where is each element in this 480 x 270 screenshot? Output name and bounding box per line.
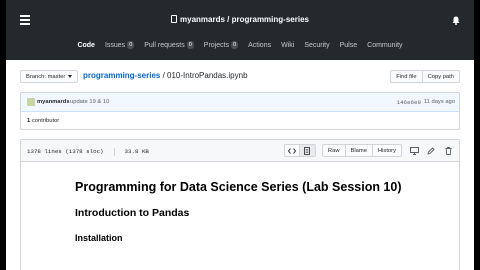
file-box: 1378 lines (1378 sloc) 33.8 KB Raw Blame… bbox=[20, 139, 460, 270]
file-size: 33.8 KB bbox=[124, 148, 149, 155]
notebook-subheading: Installation bbox=[75, 233, 123, 243]
notebook-content: Programming for Data Science Series (Lab… bbox=[75, 180, 429, 243]
code-view-icon[interactable] bbox=[283, 144, 300, 157]
top-header: myanmards / programming-series Code Issu… bbox=[6, 0, 474, 60]
file-actions: Find file Copy path bbox=[390, 70, 460, 83]
branch-label: Branch: master bbox=[26, 73, 66, 80]
avatar[interactable] bbox=[27, 98, 35, 106]
tab-security-label: Security bbox=[304, 41, 330, 49]
trash-icon[interactable] bbox=[443, 146, 453, 156]
file-header: 1378 lines (1378 sloc) 33.8 KB Raw Blame… bbox=[21, 140, 459, 162]
tab-pull-requests-label: Pull requests bbox=[144, 41, 185, 49]
raw-blame-history-group: Raw Blame History bbox=[321, 144, 402, 157]
commit-message-link[interactable]: update 19 & 10 bbox=[70, 99, 109, 105]
view-toggle bbox=[283, 144, 316, 157]
projects-count: 0 bbox=[231, 41, 239, 49]
tab-security[interactable]: Security bbox=[304, 38, 329, 52]
breadcrumb: programming-series / 010-IntroPandas.ipy… bbox=[83, 71, 248, 80]
find-file-button[interactable]: Find file bbox=[390, 70, 423, 83]
tab-projects[interactable]: Projects 0 bbox=[203, 38, 239, 52]
tab-code-label: Code bbox=[77, 41, 95, 49]
caret-down-icon bbox=[68, 75, 73, 78]
tab-community[interactable]: Community bbox=[367, 38, 402, 52]
tab-pull-requests[interactable]: Pull requests 0 bbox=[144, 38, 194, 52]
tab-wiki[interactable]: Wiki bbox=[281, 38, 294, 52]
blame-button[interactable]: Blame bbox=[345, 144, 373, 157]
file-info-divider bbox=[113, 148, 115, 156]
commit-sha-link[interactable]: 146e6e9 bbox=[397, 99, 421, 106]
bell-icon[interactable] bbox=[452, 16, 460, 25]
repo-icon bbox=[171, 15, 178, 23]
copy-path-button[interactable]: Copy path bbox=[422, 70, 460, 83]
tab-issues[interactable]: Issues 0 bbox=[104, 38, 135, 52]
tab-issues-label: Issues bbox=[104, 41, 126, 49]
breadcrumb-repo-link[interactable]: programming-series bbox=[83, 71, 160, 80]
github-page: myanmards / programming-series Code Issu… bbox=[6, 0, 474, 270]
desktop-icon[interactable] bbox=[409, 146, 419, 156]
repo-nav: Code Issues 0 Pull requests 0 Projects 0 Ac… bbox=[6, 38, 474, 52]
tab-actions-label: Actions bbox=[248, 41, 272, 49]
issues-count: 0 bbox=[127, 41, 135, 49]
rendered-view-icon[interactable] bbox=[299, 144, 316, 157]
repo-owner-link[interactable]: myanmards bbox=[180, 15, 225, 24]
tab-pulse-label: Pulse bbox=[339, 41, 358, 49]
breadcrumb-row: Branch: master programming-series / 010-… bbox=[20, 70, 460, 84]
tab-code[interactable]: Code bbox=[77, 38, 95, 52]
tab-wiki-label: Wiki bbox=[281, 41, 295, 49]
latest-commit: myanmards update 19 & 10 146e6e9 11 days… bbox=[21, 93, 459, 112]
tab-actions[interactable]: Actions bbox=[248, 38, 271, 52]
repo-separator: / bbox=[224, 15, 232, 24]
tab-projects-label: Projects bbox=[203, 41, 230, 49]
branch-select-button[interactable]: Branch: master bbox=[20, 70, 79, 83]
commit-author-link[interactable]: myanmards bbox=[37, 99, 70, 105]
file-info: 1378 lines (1378 sloc) 33.8 KB bbox=[27, 148, 149, 156]
breadcrumb-file: 010-IntroPandas.ipynb bbox=[167, 71, 248, 80]
notebook-heading: Introduction to Pandas bbox=[75, 207, 190, 219]
pencil-icon[interactable] bbox=[426, 146, 436, 156]
pull-requests-count: 0 bbox=[186, 41, 194, 49]
repo-title: myanmards / programming-series bbox=[6, 15, 474, 24]
file-lines: 1378 lines (1378 sloc) bbox=[27, 148, 104, 155]
tab-pulse[interactable]: Pulse bbox=[340, 38, 358, 52]
history-button[interactable]: History bbox=[372, 144, 402, 157]
repo-name-link[interactable]: programming-series bbox=[232, 15, 309, 24]
contributors-link[interactable]: 1 contributor bbox=[27, 118, 59, 124]
commit-box: myanmards update 19 & 10 146e6e9 11 days… bbox=[20, 92, 460, 130]
contributors-label: contributor bbox=[30, 118, 60, 124]
commit-time: 11 days ago bbox=[423, 99, 455, 105]
tab-community-label: Community bbox=[367, 41, 403, 49]
notebook-title: Programming for Data Science Series (Lab… bbox=[75, 180, 402, 194]
file-tools: Raw Blame History bbox=[283, 144, 453, 157]
raw-button[interactable]: Raw bbox=[321, 144, 346, 157]
